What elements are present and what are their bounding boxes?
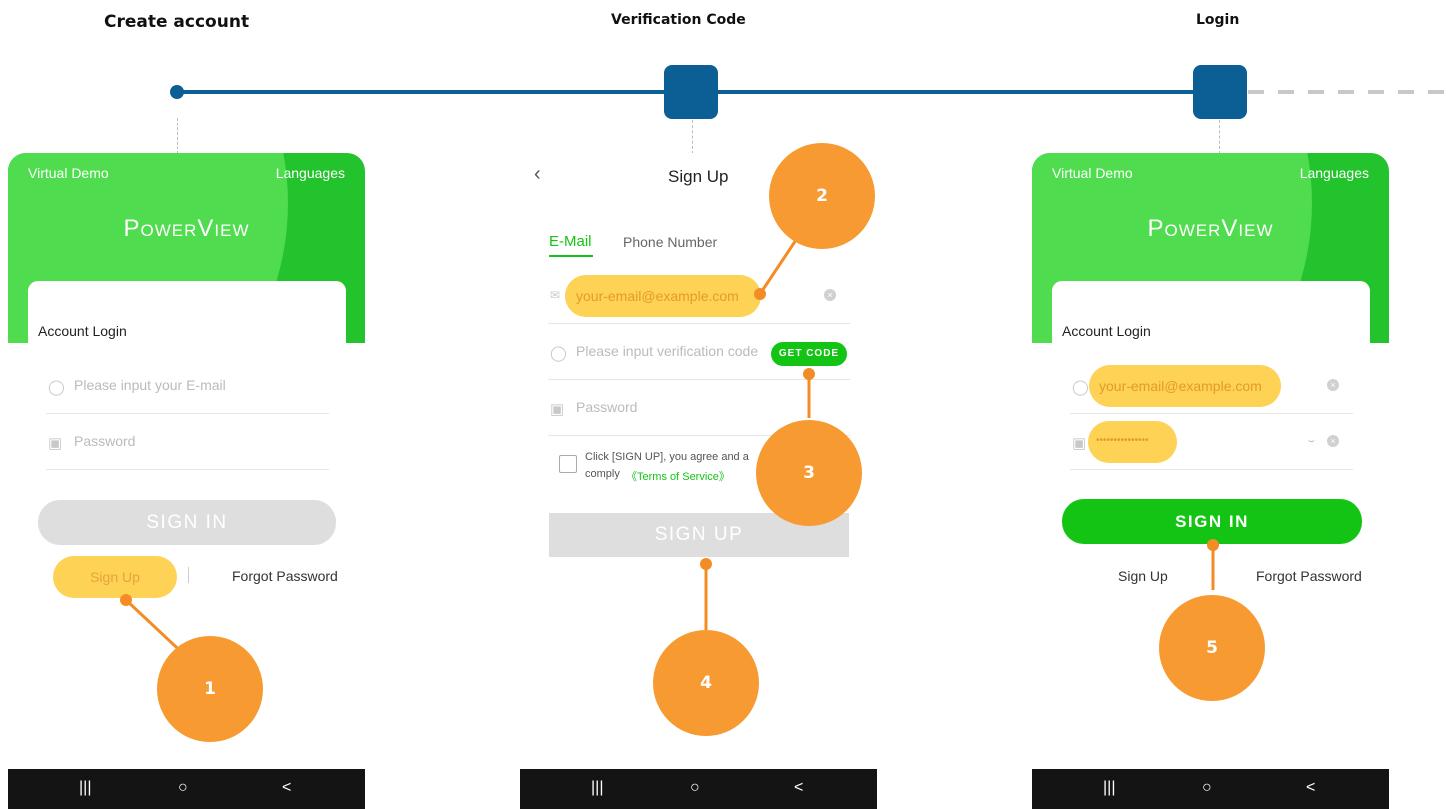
callout-2: 2 <box>769 143 875 249</box>
callout-dot-5 <box>1207 539 1219 551</box>
callout-dot-4 <box>700 558 712 570</box>
callout-dot-2 <box>754 288 766 300</box>
callout-1: 1 <box>157 636 263 742</box>
callout-4: 4 <box>653 630 759 736</box>
callout-5: 5 <box>1159 595 1265 701</box>
callout-dot-1 <box>120 594 132 606</box>
callout-dot-3 <box>803 368 815 380</box>
callout-3: 3 <box>756 420 862 526</box>
